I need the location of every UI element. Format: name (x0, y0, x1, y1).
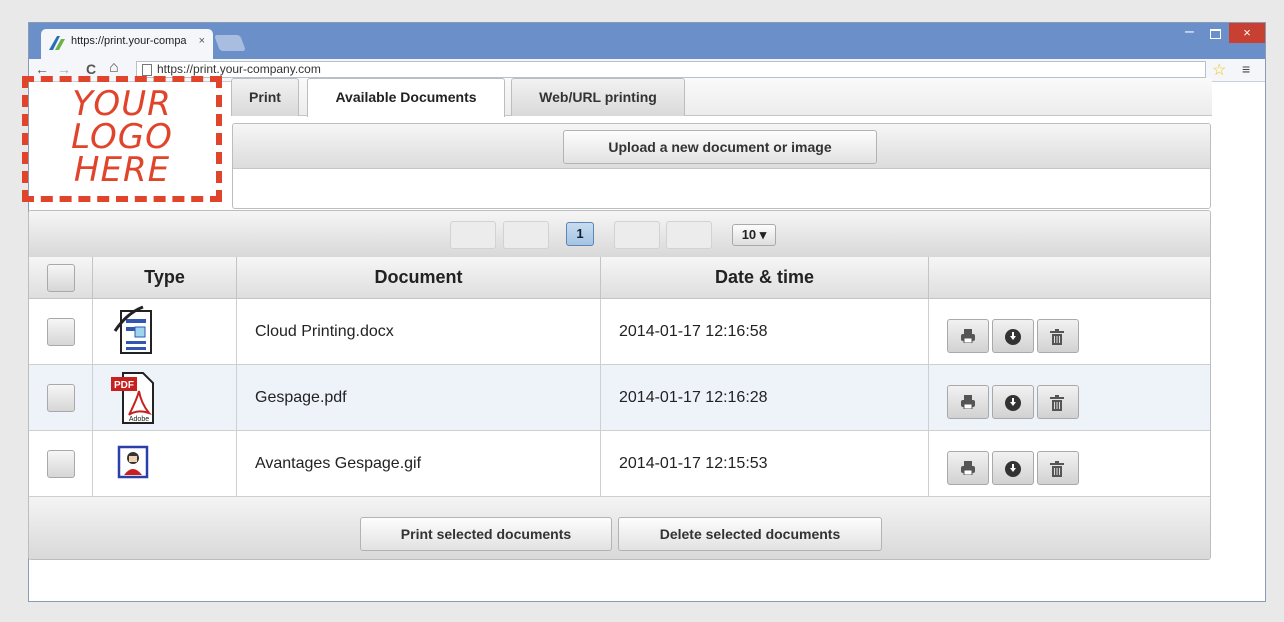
download-icon (1005, 461, 1021, 477)
trash-icon (1050, 461, 1064, 477)
delete-button[interactable] (1037, 319, 1079, 353)
address-text: https://print.your-company.com (157, 62, 321, 76)
favicon-icon (49, 36, 65, 50)
header-actions (929, 257, 1210, 299)
document-name[interactable]: Cloud Printing.docx (237, 299, 601, 364)
header-document[interactable]: Document (237, 257, 601, 299)
delete-button[interactable] (1037, 451, 1079, 485)
back-icon[interactable]: ← (35, 61, 49, 77)
document-date: 2014-01-17 12:15:53 (601, 431, 929, 496)
upload-panel-header: Upload a new document or image (233, 124, 1210, 169)
browser-titlebar: https://print.your-compa × – × (29, 23, 1265, 59)
tab-web-url-printing[interactable]: Web/URL printing (511, 78, 685, 116)
download-button[interactable] (992, 385, 1034, 419)
reload-icon[interactable]: C (86, 61, 96, 77)
printer-icon (961, 461, 975, 475)
address-bar[interactable]: https://print.your-company.com (136, 61, 1206, 78)
trash-icon (1050, 329, 1064, 345)
actions-cell (929, 431, 1210, 496)
print-button[interactable] (947, 319, 989, 353)
grid-footer: Print selected documents Delete selected… (29, 497, 1210, 559)
download-button[interactable] (992, 319, 1034, 353)
document-date: 2014-01-17 12:16:58 (601, 299, 929, 364)
pager-first-button[interactable] (450, 221, 496, 249)
pager-last-button[interactable] (666, 221, 712, 249)
pager-next-button[interactable] (614, 221, 660, 249)
new-tab-button[interactable] (214, 35, 246, 51)
document-name[interactable]: Gespage.pdf (237, 365, 601, 430)
header-select-cell (29, 257, 93, 299)
download-icon (1005, 395, 1021, 411)
minimize-icon[interactable]: – (1185, 23, 1194, 41)
image-file-icon (117, 445, 149, 479)
document-name[interactable]: Avantages Gespage.gif (237, 431, 601, 496)
select-all-checkbox[interactable] (47, 264, 75, 292)
tab-bar: Print Available Documents Web/URL printi… (231, 78, 1212, 117)
type-cell: PDF Adobe (93, 365, 237, 430)
download-icon (1005, 329, 1021, 345)
row-select-cell (29, 365, 93, 430)
printer-icon (961, 395, 975, 409)
browser-tab[interactable]: https://print.your-compa × (41, 29, 213, 59)
download-button[interactable] (992, 451, 1034, 485)
row-checkbox[interactable] (47, 450, 75, 478)
pager: 1 10 ▾ (29, 211, 1210, 258)
page-size-select[interactable]: 10 ▾ (732, 224, 776, 246)
row-checkbox[interactable] (47, 384, 75, 412)
print-button[interactable] (947, 385, 989, 419)
delete-selected-button[interactable]: Delete selected documents (618, 517, 882, 551)
print-button[interactable] (947, 451, 989, 485)
document-date: 2014-01-17 12:16:28 (601, 365, 929, 430)
bookmark-star-icon[interactable]: ☆ (1212, 60, 1226, 80)
tab-available-documents[interactable]: Available Documents (307, 78, 505, 117)
pager-prev-button[interactable] (503, 221, 549, 249)
page-icon (142, 64, 152, 76)
print-selected-button[interactable]: Print selected documents (360, 517, 612, 551)
tab-print[interactable]: Print (231, 78, 299, 116)
header-type[interactable]: Type (93, 257, 237, 299)
logo-line-3: HERE (73, 150, 171, 190)
upload-document-button[interactable]: Upload a new document or image (563, 130, 877, 164)
actions-cell (929, 365, 1210, 430)
browser-menu-icon[interactable]: ≡ (1242, 61, 1250, 77)
table-row: Avantages Gespage.gif 2014-01-17 12:15:5… (29, 431, 1210, 497)
pdf-badge-text: PDF (114, 380, 134, 391)
header-date[interactable]: Date & time (601, 257, 929, 299)
pdf-document-icon: PDF Adobe (111, 372, 154, 424)
delete-button[interactable] (1037, 385, 1079, 419)
forward-icon[interactable]: → (57, 61, 71, 77)
row-checkbox[interactable] (47, 318, 75, 346)
adobe-label: Adobe (129, 416, 149, 423)
documents-grid: 1 10 ▾ Type Document Date & time Cloud P… (28, 210, 1211, 560)
upload-panel: Upload a new document or image (232, 123, 1211, 209)
trash-icon (1050, 395, 1064, 411)
pager-current-page[interactable]: 1 (566, 222, 594, 246)
logo-placeholder: YOUR LOGO HERE (22, 76, 222, 202)
word-document-icon (113, 305, 152, 354)
row-select-cell (29, 431, 93, 496)
actions-cell (929, 299, 1210, 364)
table-row: PDF Adobe Gespage.pdf 2014-01-17 12:16:28 (29, 365, 1210, 431)
row-select-cell (29, 299, 93, 364)
type-cell (93, 299, 237, 364)
table-row: Cloud Printing.docx 2014-01-17 12:16:58 (29, 299, 1210, 365)
tab-close-icon[interactable]: × (199, 35, 205, 47)
home-icon[interactable]: ⌂ (109, 59, 119, 77)
type-cell (93, 431, 237, 496)
window-close-icon[interactable]: × (1229, 23, 1265, 43)
printer-icon (961, 329, 975, 343)
browser-tab-title: https://print.your-compa (71, 35, 187, 47)
maximize-icon[interactable] (1210, 29, 1221, 39)
